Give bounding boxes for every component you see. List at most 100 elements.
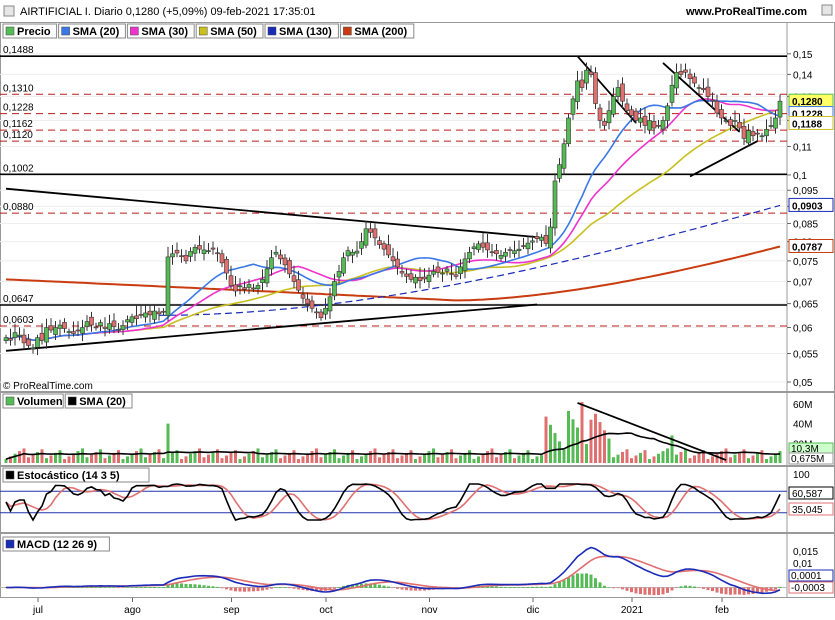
volume-bar	[414, 459, 417, 463]
menu-icon[interactable]	[3, 5, 15, 17]
volume-bar	[279, 458, 282, 463]
candle-body	[512, 250, 517, 254]
stoch-legend-swatch	[5, 470, 15, 480]
macd-histogram-bar	[139, 587, 143, 588]
candle-body	[534, 236, 540, 239]
volume-bar	[157, 449, 161, 463]
candle-body	[593, 72, 598, 104]
macd-histogram-bar	[279, 587, 282, 588]
candle-body	[674, 71, 679, 89]
candle-body	[80, 327, 85, 334]
candle-body	[584, 69, 589, 84]
volume-bar	[558, 441, 561, 463]
macd-histogram-bar	[693, 586, 696, 588]
candle-body	[710, 99, 715, 102]
macd-legend-swatch	[5, 539, 15, 549]
volume-bar	[594, 413, 597, 463]
candle-body	[278, 254, 283, 260]
candle-body	[665, 105, 670, 121]
site-label: www.ProRealTime.com	[685, 6, 807, 18]
volume-bar	[774, 453, 777, 463]
volume-bar	[652, 456, 656, 463]
volume-bar	[184, 456, 188, 463]
candle-body	[318, 311, 324, 319]
volume-bar	[688, 458, 692, 463]
candle-body	[638, 117, 643, 123]
volume-bar	[630, 458, 633, 463]
candle-body	[165, 256, 171, 316]
window-button-icon[interactable]	[821, 4, 833, 16]
candle-body	[134, 315, 139, 320]
volume-bar	[648, 459, 651, 463]
volume-bar	[81, 448, 84, 463]
candle-body	[588, 71, 594, 75]
volume-bar	[756, 452, 759, 463]
candle-body	[494, 250, 499, 255]
volume-bar	[724, 448, 728, 463]
volume-axis-label: 60M	[793, 400, 812, 411]
volume-bar	[513, 458, 516, 463]
candle-body	[156, 311, 162, 315]
price-axis-label: 0,07	[793, 277, 813, 288]
macd-histogram-bar	[774, 587, 777, 590]
volume-bar	[693, 455, 696, 463]
stoch-axis-label: 100	[793, 470, 810, 481]
macd-histogram-bar	[495, 586, 498, 588]
candle-body	[12, 332, 18, 338]
price-axis-label: 0,14	[793, 70, 813, 81]
macd-histogram-bar	[112, 587, 116, 588]
volume-bar	[679, 451, 683, 463]
candle-body	[737, 121, 742, 129]
volume-bar	[229, 452, 233, 463]
candle-body	[606, 110, 612, 124]
volume-legend-label: SMA (20)	[79, 396, 126, 408]
candle-body	[39, 332, 45, 341]
candle-body	[359, 241, 364, 249]
macd-histogram-bar	[207, 585, 210, 588]
macd-histogram-bar	[567, 577, 570, 588]
price-legend-swatch	[267, 26, 277, 36]
title-bar: AIRTIFICIAL I. Diario 0,1280 (+5,09%) 09…	[0, 0, 835, 22]
price-legend-swatch	[343, 26, 352, 36]
candle-body	[453, 274, 459, 277]
candle-body	[242, 287, 247, 290]
candle-body	[498, 255, 504, 259]
candle-body	[233, 284, 238, 292]
candle-body	[458, 266, 463, 275]
volume-bar	[238, 459, 242, 463]
candle-body	[336, 271, 342, 278]
candle-body	[71, 331, 76, 334]
price-legend-label: SMA (200)	[354, 26, 407, 38]
macd-histogram-bar	[229, 587, 233, 591]
candle-body	[750, 131, 756, 137]
candle-body	[624, 103, 630, 111]
candle-body	[669, 84, 675, 103]
volume-bar	[747, 458, 750, 463]
candle-body	[287, 260, 292, 275]
candle-body	[48, 325, 54, 331]
macd-histogram-bar	[724, 587, 728, 595]
volume-bar	[171, 452, 174, 463]
candle-body	[633, 110, 639, 121]
macd-histogram-bar	[540, 586, 543, 588]
macd-histogram-bar	[661, 587, 665, 595]
candle-body	[656, 125, 661, 127]
volume-bar	[63, 459, 66, 463]
macd-histogram-bar	[652, 587, 656, 596]
candle-body	[422, 276, 427, 280]
candle-body	[251, 287, 256, 290]
volume-bar	[4, 459, 8, 463]
candle-body	[696, 87, 702, 89]
candle-body	[683, 69, 688, 73]
candle-body	[224, 259, 229, 274]
candle-body	[264, 268, 270, 284]
candle-body	[570, 98, 576, 115]
candle-body	[548, 226, 553, 249]
volume-bar	[540, 455, 543, 463]
macd-histogram-bar	[382, 585, 386, 588]
macd-histogram-bar	[261, 587, 264, 591]
candle-body	[426, 274, 432, 282]
macd-histogram-bar	[94, 587, 98, 588]
macd-histogram-bar	[679, 586, 683, 588]
volume-legend-label: Volumen	[17, 396, 63, 408]
